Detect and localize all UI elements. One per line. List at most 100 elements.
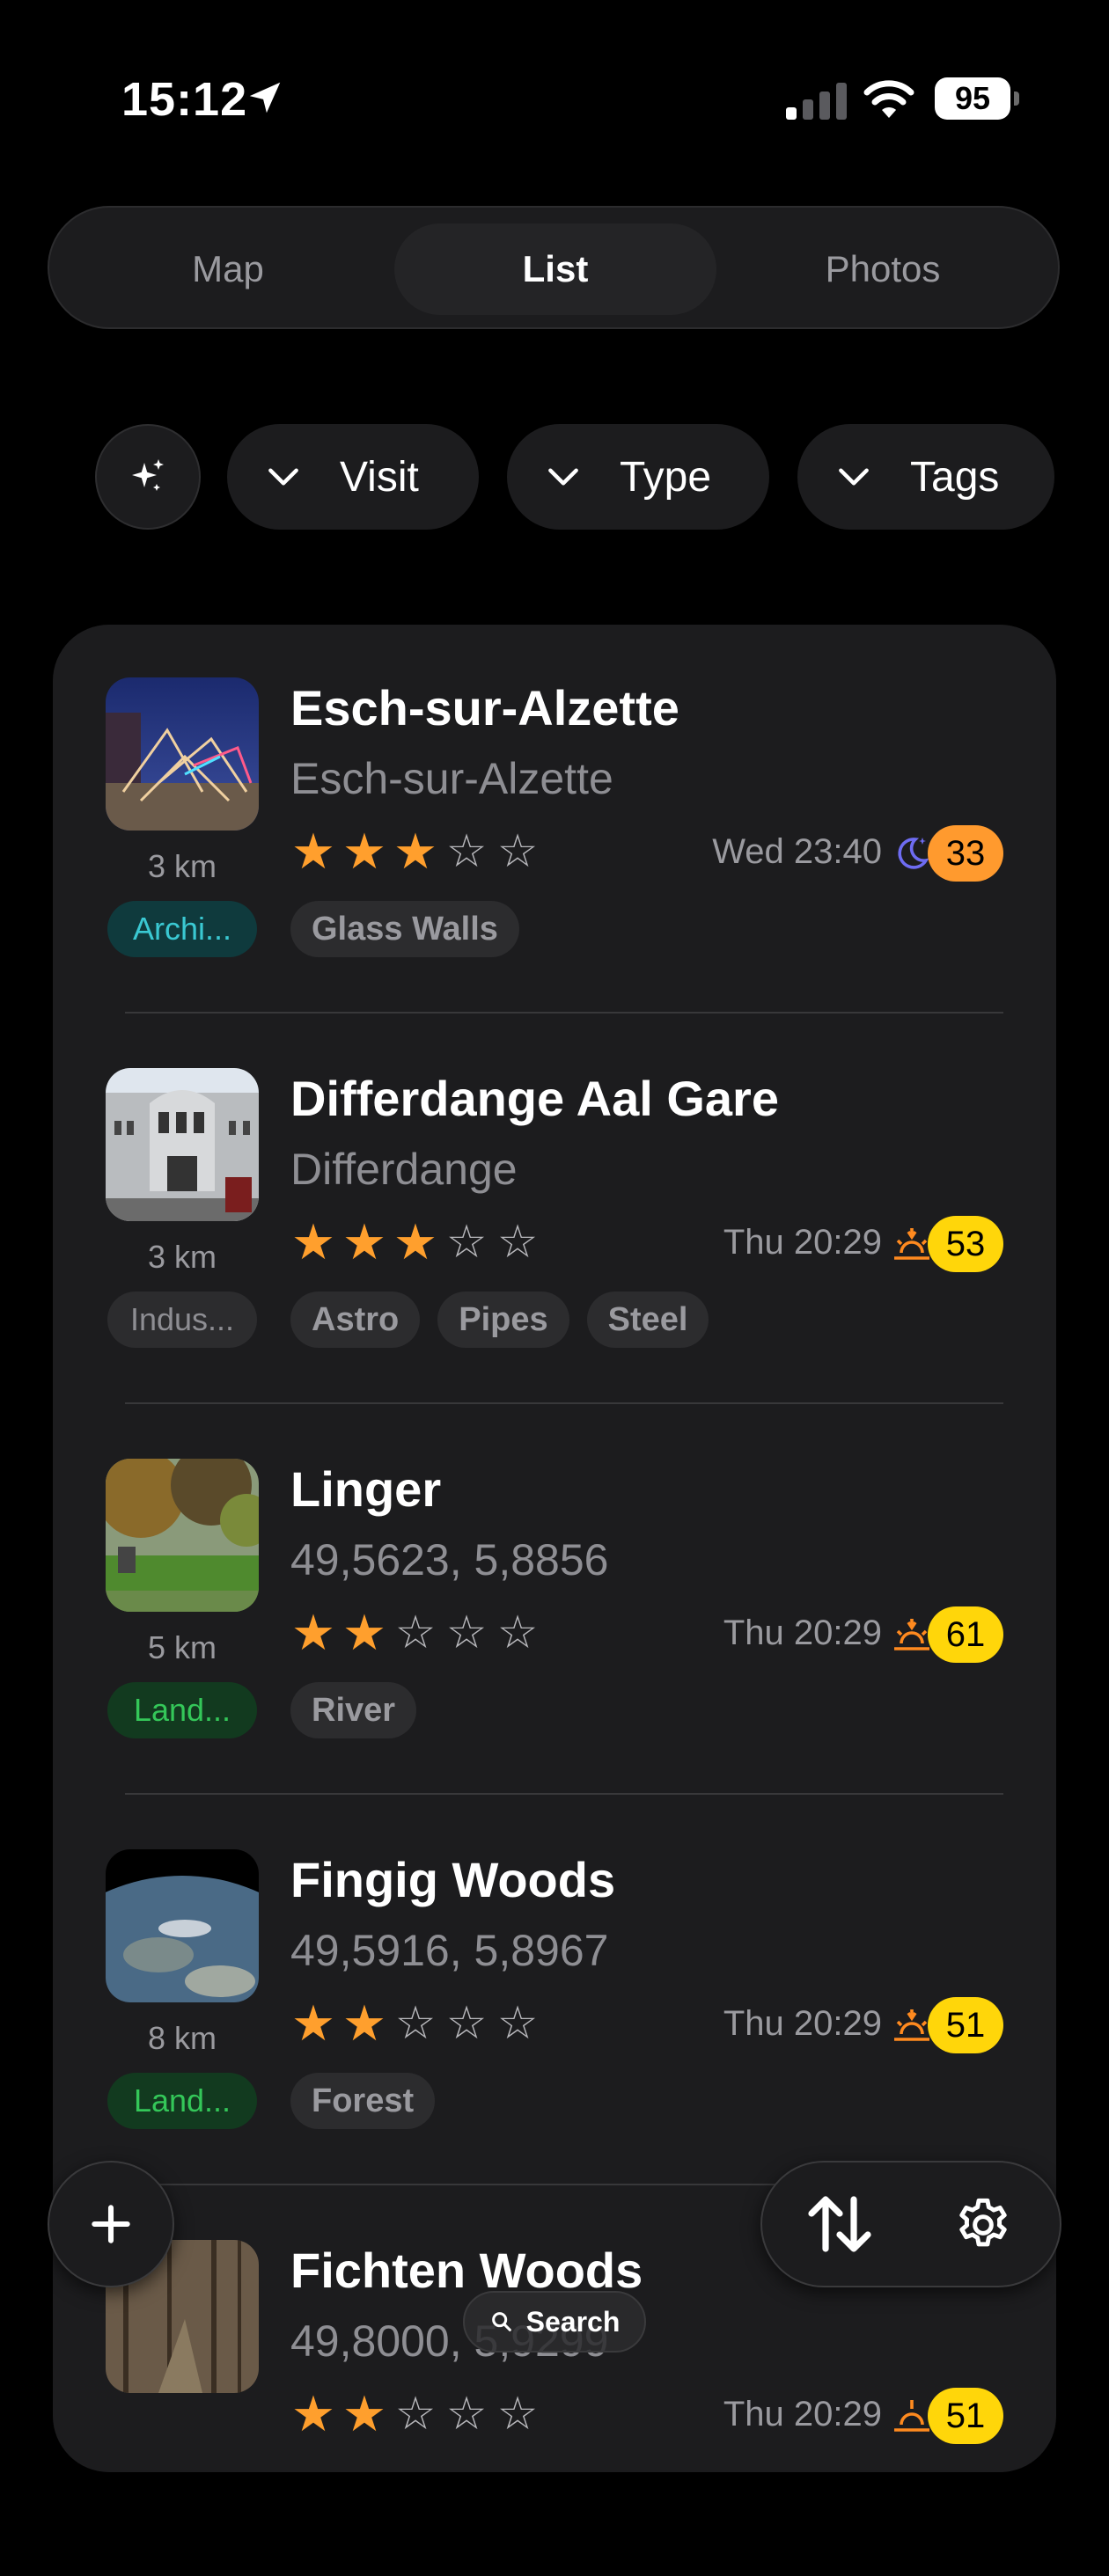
place-distance: 3 km	[147, 848, 217, 884]
sunset-icon	[894, 2400, 929, 2432]
add-place-button[interactable]	[48, 2161, 174, 2287]
star-filled-icon: ★	[290, 1214, 336, 1270]
chevron-down-icon	[548, 468, 578, 486]
cellular-signal-icon	[786, 83, 847, 120]
place-distance: 8 km	[147, 2020, 217, 2056]
score-badge: 53	[928, 1216, 1003, 1272]
place-subtitle: Esch-sur-Alzette	[290, 754, 613, 803]
tag-chip: Glass Walls	[290, 901, 519, 957]
list-item[interactable]: 3 km Archi... Esch-sur-Alzette Esch-sur-…	[53, 625, 1056, 1014]
best-time: Wed 23:40	[712, 832, 882, 871]
smart-filter-button[interactable]	[95, 424, 201, 530]
star-filled-icon: ★	[290, 1605, 336, 1660]
star-filled-icon: ★	[393, 1214, 438, 1270]
star-rating: ★ ★ ★ ☆ ☆	[290, 823, 540, 879]
search-button[interactable]: Search	[463, 2291, 646, 2353]
tag-chip: Forest	[290, 2073, 436, 2129]
star-filled-icon: ★	[342, 2386, 387, 2441]
place-thumbnail	[106, 677, 259, 831]
star-empty-icon: ☆	[445, 826, 488, 877]
place-title: Esch-sur-Alzette	[290, 680, 679, 735]
search-icon	[491, 2312, 511, 2331]
place-thumbnail	[106, 1849, 259, 2002]
tag-list: River	[290, 1682, 417, 1738]
moon-icon	[898, 838, 929, 869]
list-actions	[760, 2161, 1061, 2287]
place-distance: 3 km	[147, 1239, 217, 1275]
star-rating: ★ ★ ☆ ☆ ☆	[290, 2386, 540, 2441]
category-badge: Archi...	[107, 901, 257, 957]
row-divider	[125, 1402, 1003, 1404]
list-item[interactable]: 3 km Indus... Differdange Aal Gare Diffe…	[53, 1015, 1056, 1404]
row-divider	[125, 1012, 1003, 1014]
filter-tags[interactable]: Tags	[797, 424, 1054, 530]
star-rating: ★ ★ ☆ ☆ ☆	[290, 1995, 540, 2051]
category-badge: Land...	[107, 1682, 257, 1738]
filter-bar: Visit Type Tags	[0, 424, 1109, 531]
best-time: Thu 20:29	[723, 2395, 882, 2433]
tag-list: Glass Walls	[290, 901, 519, 957]
place-thumbnail	[106, 1068, 259, 1221]
place-subtitle: 49,5623, 5,8856	[290, 1535, 609, 1584]
tag-chip: Astro	[290, 1292, 421, 1348]
star-filled-icon: ★	[342, 823, 387, 879]
tag-list: Forest	[290, 2073, 436, 2129]
wifi-icon	[863, 80, 914, 118]
star-empty-icon: ☆	[445, 2389, 488, 2440]
score-badge: 51	[928, 2388, 1003, 2444]
filter-type[interactable]: Type	[507, 424, 769, 530]
chevron-down-icon	[839, 468, 869, 486]
battery-nub	[1014, 91, 1019, 106]
star-filled-icon: ★	[290, 823, 336, 879]
best-time: Thu 20:29	[723, 1223, 882, 1262]
star-filled-icon: ★	[342, 1605, 387, 1660]
star-filled-icon: ★	[290, 2386, 336, 2441]
score-badge: 33	[928, 825, 1003, 882]
tab-list[interactable]: List	[394, 223, 716, 315]
category-badge: Indus...	[107, 1292, 257, 1348]
star-empty-icon: ☆	[394, 2389, 437, 2440]
best-time: Thu 20:29	[723, 1614, 882, 1652]
star-empty-icon: ☆	[445, 1998, 488, 2049]
star-rating: ★ ★ ★ ☆ ☆	[290, 1214, 540, 1270]
star-rating: ★ ★ ☆ ☆ ☆	[290, 1608, 540, 1658]
list-item[interactable]: 5 km Land... Linger 49,5623, 5,8856 ★ ★ ☆ ☆…	[53, 1406, 1056, 1795]
tag-chip: River	[290, 1682, 417, 1738]
sunset-icon	[894, 1228, 929, 1260]
best-time: Thu 20:29	[723, 2004, 882, 2043]
filter-visit-label: Visit	[340, 453, 419, 501]
place-title: Linger	[290, 1461, 442, 1517]
star-filled-icon: ★	[393, 823, 438, 879]
star-empty-icon: ☆	[496, 2389, 539, 2440]
place-distance: 5 km	[147, 1629, 217, 1665]
sunset-icon	[894, 2009, 929, 2041]
plus-icon	[92, 2205, 130, 2243]
tab-photos[interactable]: Photos	[722, 223, 1044, 315]
score-badge: 61	[928, 1606, 1003, 1663]
gear-icon[interactable]	[952, 2194, 1014, 2256]
status-bar: 15:12 95	[0, 0, 1109, 176]
tab-map[interactable]: Map	[67, 223, 389, 315]
tag-chip: Pipes	[437, 1292, 569, 1348]
place-title: Fingig Woods	[290, 1852, 616, 1907]
star-filled-icon: ★	[342, 1995, 387, 2051]
tag-list: Astro Pipes Steel	[290, 1292, 709, 1348]
battery-indicator: 95	[935, 77, 1021, 120]
star-empty-icon: ☆	[394, 1607, 437, 1658]
place-subtitle: Differdange	[290, 1145, 518, 1194]
sort-icon[interactable]	[804, 2189, 875, 2259]
filter-tags-label: Tags	[910, 453, 1000, 501]
row-divider	[125, 1793, 1003, 1795]
list-item[interactable]: 8 km Land... Fingig Woods 49,5916, 5,896…	[53, 1797, 1056, 2185]
view-switcher: Map List Photos	[48, 206, 1060, 329]
place-title: Differdange Aal Gare	[290, 1071, 779, 1126]
star-empty-icon: ☆	[445, 1217, 488, 1268]
status-time: 15:12	[121, 73, 248, 126]
score-badge: 51	[928, 1997, 1003, 2053]
place-subtitle: 49,5916, 5,8967	[290, 1926, 609, 1975]
chevron-down-icon	[268, 468, 298, 486]
filter-type-label: Type	[620, 453, 712, 501]
battery-level: 95	[935, 77, 1010, 120]
filter-visit[interactable]: Visit	[227, 424, 479, 530]
category-badge: Land...	[107, 2073, 257, 2129]
